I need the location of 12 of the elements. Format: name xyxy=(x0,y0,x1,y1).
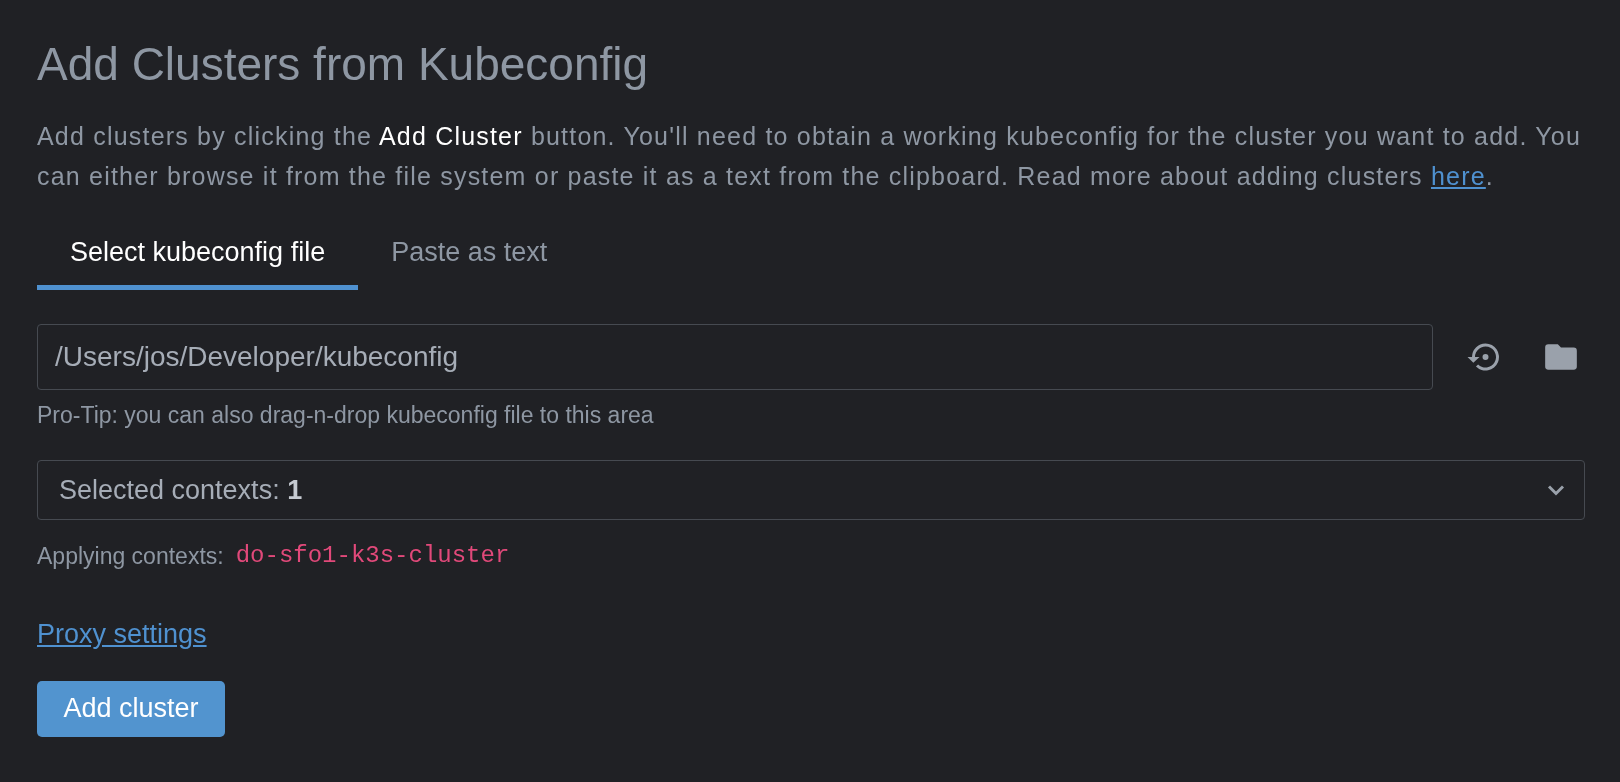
file-path-field[interactable]: /Users/jos/Developer/kubeconfig xyxy=(37,323,1433,390)
context-name: do-sfo1-k3s-cluster xyxy=(235,541,510,571)
here-link[interactable]: here xyxy=(1430,162,1486,190)
description-text: Add clusters by clicking the Add Cluster button. You'll need to obtain a working kubeconfig for the cluster you want to add. You can either browse it from the file system or paste it as a text from the clipboard. Read more about adding clusters here. xyxy=(37,121,1582,192)
add-cluster-button[interactable]: Add cluster xyxy=(37,680,225,737)
proxy-settings-link[interactable]: Proxy settings xyxy=(37,614,207,655)
hint-text: Pro-Tip: you can also drag-n-drop kubeconfig file to this area xyxy=(37,400,655,430)
tab[interactable]: Select kubeconfig file xyxy=(37,230,359,290)
applying-label: Applying contexts: xyxy=(37,541,224,571)
contexts-select[interactable]: Selected contexts: 1 xyxy=(37,460,1585,520)
page-title: Add Clusters from Kubeconfig xyxy=(37,37,650,92)
tab[interactable]: Paste as text xyxy=(358,230,581,290)
